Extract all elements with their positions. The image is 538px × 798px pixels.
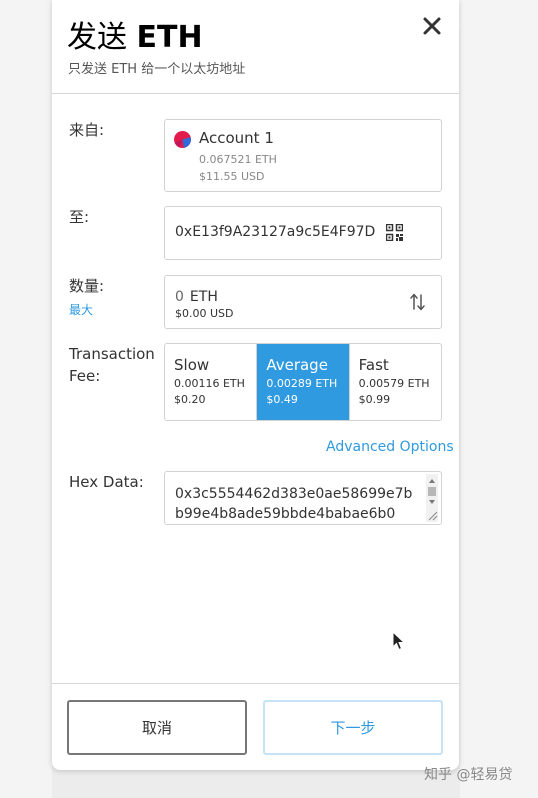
to-label: 至: (69, 208, 90, 226)
account-name: Account 1 (199, 129, 274, 147)
amount-value: 0 ETH (175, 289, 218, 305)
qr-scan-button[interactable] (385, 223, 404, 242)
max-amount-link[interactable]: 最大 (69, 301, 93, 318)
background-right (460, 30, 538, 798)
page-title: 发送 ETH (67, 12, 203, 56)
currency-swap-button[interactable] (409, 292, 427, 312)
background-left (0, 30, 52, 798)
watermark: 知乎 @轻易贷 (424, 767, 513, 783)
amount-label: 数量: (69, 277, 105, 295)
title-token: ETH (136, 20, 203, 55)
amount-unit: ETH (189, 289, 218, 305)
hex-data-label: Hex Data: (69, 473, 144, 491)
next-button[interactable]: 下一步 (263, 700, 443, 755)
to-address-field[interactable]: 0xE13f9A23127a9c5E4F97D (164, 206, 442, 260)
fee-option-usd: $0.49 (266, 393, 298, 406)
hex-data-scrollbar[interactable] (426, 474, 438, 522)
amount-field[interactable]: 0 ETH $0.00 USD (164, 275, 442, 329)
account-balance-usd: $11.55 USD (199, 170, 265, 183)
title-text: 发送 (67, 20, 127, 55)
advanced-options-link[interactable]: Advanced Options (326, 439, 454, 455)
amount-usd: $0.00 USD (175, 307, 234, 320)
amount-number: 0 (175, 289, 184, 305)
send-eth-modal: 发送 ETH 只发送 ETH 给一个以太坊地址 来自: Account 1 0.… (52, 0, 459, 770)
to-address-value: 0xE13f9A23127a9c5E4F97D (175, 224, 376, 240)
from-label: 来自: (69, 121, 105, 139)
fee-selector: Slow 0.00116 ETH $0.20 Average 0.00289 E… (164, 343, 442, 421)
modal-header: 发送 ETH 只发送 ETH 给一个以太坊地址 (52, 0, 459, 94)
fee-option-eth: 0.00579 ETH (358, 377, 430, 390)
fee-option-average[interactable]: Average 0.00289 ETH $0.49 (257, 344, 350, 420)
scroll-thumb[interactable] (428, 487, 436, 496)
fee-option-usd: $0.20 (174, 393, 206, 406)
fee-option-name: Fast (358, 356, 389, 374)
account-avatar (174, 131, 191, 148)
fee-option-eth: 0.00116 ETH (174, 377, 245, 390)
hex-data-textarea[interactable]: 0x3c5554462d383e0ae58699e7bb99e4b8ade59b… (164, 471, 442, 525)
fee-label-line2: Fee: (69, 367, 101, 385)
close-button[interactable] (418, 12, 446, 40)
fee-label: Transaction Fee: (69, 343, 155, 387)
close-icon (423, 17, 441, 35)
fee-option-fast[interactable]: Fast 0.00579 ETH $0.99 (350, 344, 441, 420)
fee-option-usd: $0.99 (358, 393, 391, 406)
modal-footer: 取消 下一步 (52, 683, 459, 770)
qr-code-icon (385, 223, 404, 242)
fee-option-name: Slow (174, 356, 210, 374)
hex-data-value: 0x3c5554462d383e0ae58699e7bb99e4b8ade59b… (175, 486, 413, 522)
from-account-selector[interactable]: Account 1 0.067521 ETH $11.55 USD (164, 119, 442, 192)
fee-option-name: Average (266, 356, 328, 374)
cancel-button[interactable]: 取消 (67, 700, 247, 755)
swap-arrows-icon (410, 293, 425, 311)
account-balance-eth: 0.067521 ETH (199, 153, 277, 166)
mouse-cursor-icon (392, 631, 406, 651)
fee-option-eth: 0.00289 ETH (266, 377, 338, 390)
fee-option-slow[interactable]: Slow 0.00116 ETH $0.20 (165, 344, 258, 420)
fee-label-line1: Transaction (69, 345, 155, 363)
page-subtitle: 只发送 ETH 给一个以太坊地址 (68, 62, 246, 77)
